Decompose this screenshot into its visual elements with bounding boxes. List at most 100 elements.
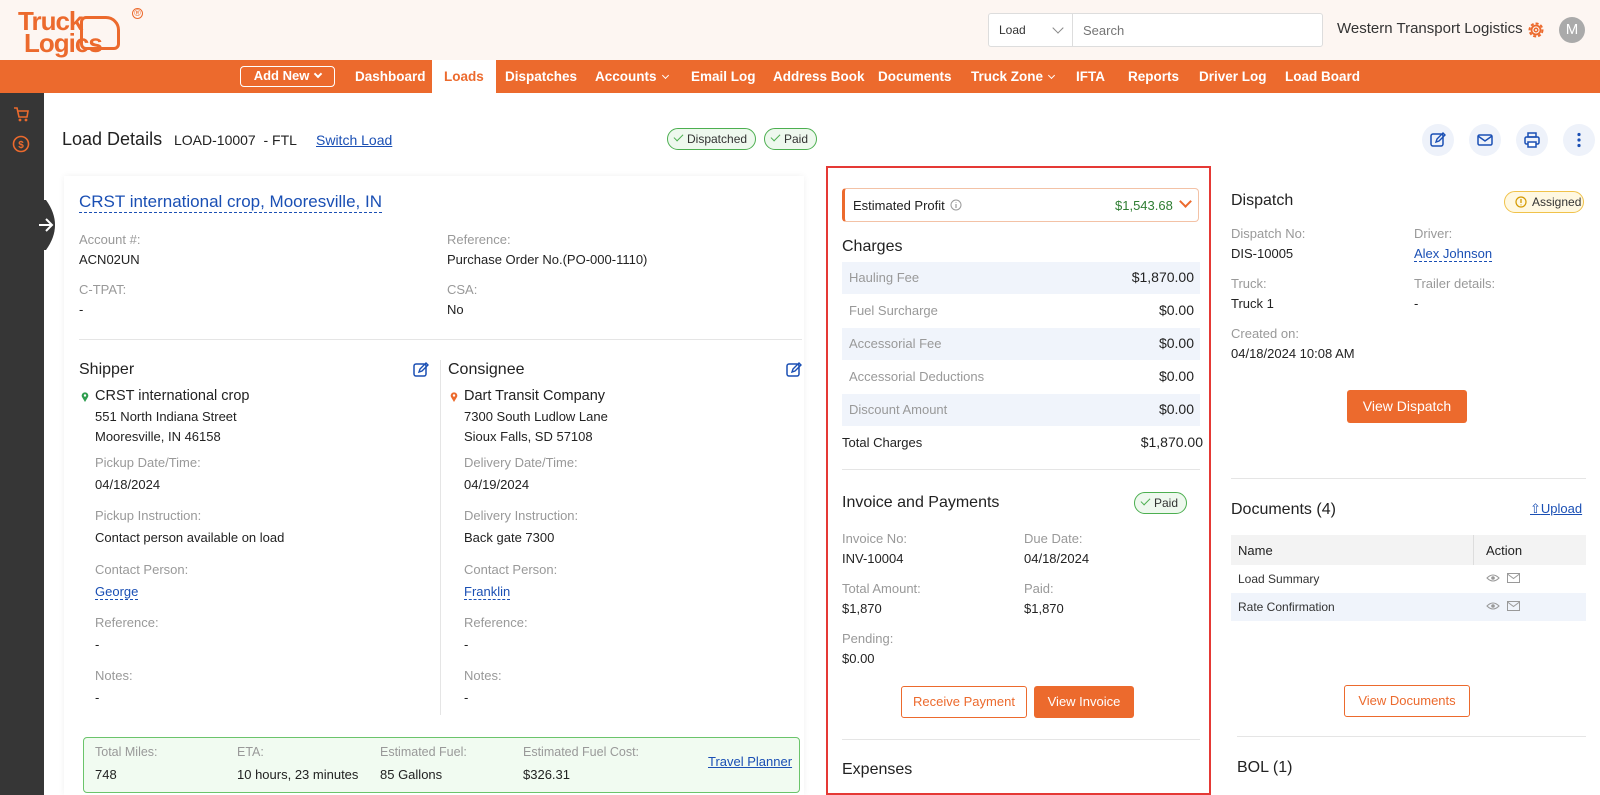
- nav-loads[interactable]: Loads: [432, 60, 496, 93]
- expenses-heading: Expenses: [842, 761, 913, 778]
- company-name: Western Transport Logistics: [1337, 20, 1523, 37]
- print-button[interactable]: [1516, 124, 1548, 156]
- edit-icon: [1430, 132, 1446, 147]
- gear-icon[interactable]: [1526, 20, 1546, 40]
- nav-address-book[interactable]: Address Book: [773, 60, 865, 93]
- invoice-no-value: INV-10004: [842, 551, 904, 566]
- switch-load-link[interactable]: Switch Load: [316, 132, 392, 148]
- nav-documents[interactable]: Documents: [878, 60, 952, 93]
- registered-icon: ®: [132, 8, 143, 19]
- travel-planner-link[interactable]: Travel Planner: [708, 754, 792, 769]
- estimated-profit-toggle[interactable]: Estimated Profit $1,543.68: [842, 188, 1199, 222]
- csa-value: No: [447, 302, 464, 317]
- nav-dispatches[interactable]: Dispatches: [505, 60, 577, 93]
- divider: [440, 360, 441, 715]
- charge-value: $0.00: [1158, 401, 1194, 417]
- cart-icon[interactable]: [12, 105, 30, 123]
- nav-accounts-label: Accounts: [595, 69, 657, 84]
- table-row: Rate Confirmation: [1231, 593, 1586, 621]
- pending-label: Pending:: [842, 631, 894, 646]
- reference-label: Reference:: [447, 232, 511, 247]
- nav-accounts[interactable]: Accounts: [595, 60, 669, 93]
- edit-shipper-icon[interactable]: [412, 361, 430, 379]
- pickup-date-label: Pickup Date/Time:: [95, 455, 201, 470]
- top-header: Truck Logics ® Load Western Transport Lo…: [0, 0, 1600, 60]
- add-new-button[interactable]: Add New: [240, 66, 335, 87]
- avatar[interactable]: M: [1559, 17, 1585, 43]
- status-badge-label: Paid: [784, 132, 809, 146]
- eye-icon[interactable]: [1486, 573, 1500, 583]
- edit-load-button[interactable]: [1422, 124, 1454, 156]
- documents-table-header: Name Action: [1231, 535, 1586, 565]
- truck-logics-logo[interactable]: Truck Logics ®: [18, 6, 143, 56]
- nav-dashboard[interactable]: Dashboard: [355, 60, 426, 93]
- truck-value: Truck 1: [1231, 296, 1274, 311]
- status-badge-label: Dispatched: [687, 132, 748, 146]
- consignee-notes-value: -: [464, 690, 469, 705]
- shipper-reference-value: -: [95, 637, 100, 652]
- charges-heading: Charges: [842, 238, 903, 255]
- view-dispatch-button[interactable]: View Dispatch: [1347, 390, 1467, 423]
- shipper-address-line2: Mooresville, IN 46158: [95, 429, 221, 444]
- consignee-contact-link[interactable]: Franklin: [464, 584, 511, 600]
- nav-driver-log[interactable]: Driver Log: [1199, 60, 1267, 93]
- nav-email-log[interactable]: Email Log: [691, 60, 756, 93]
- email-button[interactable]: [1469, 124, 1501, 156]
- paid-label: Paid:: [1024, 581, 1054, 596]
- search-scope-select[interactable]: Load: [989, 14, 1073, 46]
- search-bar: Load: [988, 13, 1323, 47]
- pickup-instruction-value: Contact person available on load: [95, 530, 285, 545]
- mail-icon[interactable]: [1507, 573, 1520, 583]
- edit-consignee-icon[interactable]: [785, 361, 803, 379]
- document-name: Load Summary: [1238, 572, 1320, 586]
- nav-ifta[interactable]: IFTA: [1076, 60, 1105, 93]
- charge-row: Accessorial Fee $0.00: [842, 328, 1200, 360]
- nav-load-board[interactable]: Load Board: [1285, 60, 1360, 93]
- charge-value: $0.00: [1158, 302, 1194, 318]
- eye-icon[interactable]: [1486, 601, 1500, 611]
- shipper-contact-link[interactable]: George: [95, 584, 139, 600]
- pickup-instruction-label: Pickup Instruction:: [95, 508, 202, 523]
- bol-heading: BOL (1): [1237, 759, 1293, 776]
- receive-payment-button[interactable]: Receive Payment: [901, 686, 1027, 718]
- view-documents-button[interactable]: View Documents: [1344, 685, 1470, 717]
- mail-icon: [1477, 134, 1493, 146]
- finance-panel: Estimated Profit $1,543.68 Charges Hauli…: [826, 166, 1211, 795]
- view-invoice-button[interactable]: View Invoice: [1034, 686, 1134, 718]
- alert-circle-icon: [1515, 196, 1527, 208]
- paid-value: $1,870: [1024, 601, 1064, 616]
- location-pin-icon: [81, 392, 89, 402]
- mail-icon[interactable]: [1507, 601, 1520, 611]
- dispatch-heading: Dispatch: [1231, 192, 1294, 209]
- search-input[interactable]: [1073, 14, 1322, 46]
- search-scope-value: Load: [999, 23, 1026, 37]
- chevron-down-icon: [1179, 195, 1192, 208]
- charge-label: Discount Amount: [849, 402, 948, 417]
- consignee-contact-label: Contact Person:: [464, 562, 558, 577]
- main-nav: Add New Dashboard Loads Dispatches Accou…: [0, 60, 1600, 93]
- status-badge-paid: Paid: [764, 128, 818, 150]
- upload-link[interactable]: ⇧Upload: [1530, 501, 1582, 517]
- invoice-heading: Invoice and Payments: [842, 494, 1000, 511]
- nav-truck-zone[interactable]: Truck Zone: [971, 60, 1056, 93]
- shipper-reference-label: Reference:: [95, 615, 159, 630]
- dollar-icon[interactable]: $: [12, 135, 30, 153]
- charge-label: Accessorial Deductions: [849, 369, 985, 384]
- load-info-card: [64, 176, 804, 795]
- divider: [1231, 478, 1586, 479]
- delivery-date-label: Delivery Date/Time:: [464, 455, 578, 470]
- estimated-fuel-label: Estimated Fuel:: [380, 745, 467, 759]
- load-id: LOAD-10007 - FTL: [174, 132, 297, 148]
- charge-value: $0.00: [1158, 368, 1194, 384]
- shipper-address-line1: 551 North Indiana Street: [95, 409, 237, 424]
- account-value: ACN02UN: [79, 252, 140, 267]
- customer-name-link[interactable]: CRST international crop, Mooresville, IN: [79, 192, 382, 213]
- expand-sidebar-icon[interactable]: [36, 200, 64, 250]
- more-options-button[interactable]: [1563, 124, 1595, 156]
- page-title: Load Details: [62, 129, 163, 149]
- driver-link[interactable]: Alex Johnson: [1414, 246, 1493, 262]
- dispatch-status-badge: Assigned: [1504, 191, 1584, 213]
- chevron-down-icon: [1047, 71, 1056, 80]
- chevron-down-icon: [661, 71, 669, 80]
- nav-reports[interactable]: Reports: [1128, 60, 1179, 93]
